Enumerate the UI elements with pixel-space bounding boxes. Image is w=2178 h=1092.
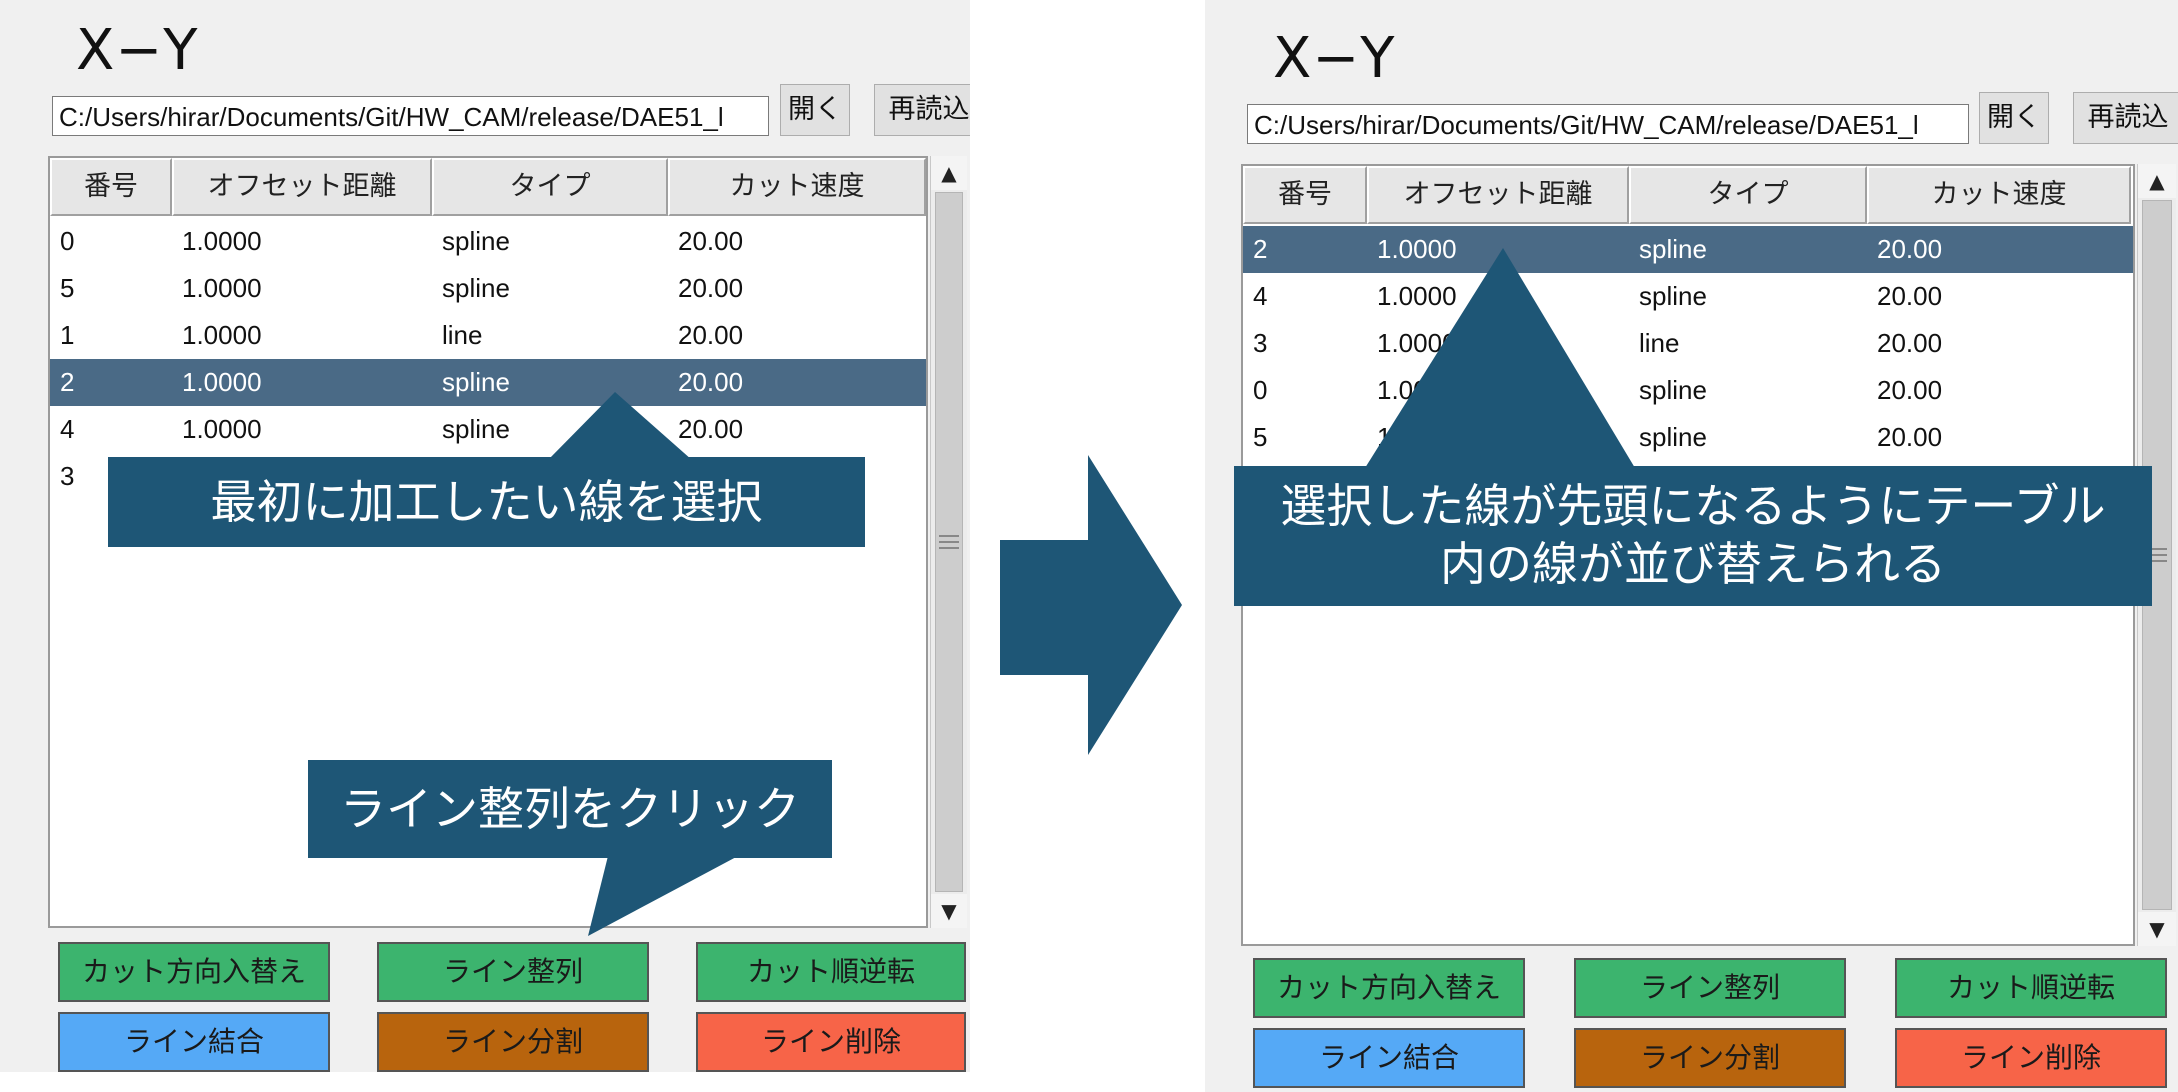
window-title: X−Y xyxy=(1273,26,1396,91)
column-header-number[interactable]: 番号 xyxy=(1243,166,1367,224)
table-row[interactable]: 1 1.0000 line 20.00 xyxy=(50,312,926,359)
callout-pointer-select xyxy=(548,392,692,460)
column-header-speed[interactable]: カット速度 xyxy=(668,158,926,216)
triangle-up-icon[interactable]: ▲ xyxy=(931,156,967,190)
cell-type: spline xyxy=(1639,234,1707,264)
callout-result-line2: 内の線が並び替えられる xyxy=(1440,537,1946,591)
cell-number: 4 xyxy=(60,414,75,444)
reverse-cut-order-button[interactable]: カット順逆転 xyxy=(696,942,966,1002)
table-header: 番号 オフセット距離 タイプ カット速度 xyxy=(50,158,926,216)
cell-type: spline xyxy=(1639,422,1707,452)
cell-speed: 20.00 xyxy=(1877,234,1943,264)
cell-number: 5 xyxy=(60,273,75,303)
table-row[interactable]: 5 1.0000 spline 20.00 xyxy=(50,265,926,312)
cell-type: line xyxy=(1639,328,1680,358)
cell-number: 4 xyxy=(1253,281,1268,311)
file-path-input[interactable]: C:/Users/hirar/Documents/Git/HW_CAM/rele… xyxy=(52,96,769,136)
cell-type: spline xyxy=(442,226,510,256)
callout-select-line: 最初に加工したい線を選択 xyxy=(108,457,865,547)
column-header-offset[interactable]: オフセット距離 xyxy=(172,158,432,216)
cell-offset: 1.0000 xyxy=(182,414,262,444)
align-lines-button[interactable]: ライン整列 xyxy=(377,942,649,1002)
open-button[interactable]: 開く xyxy=(1979,92,2049,144)
reload-button[interactable]: 再読込 xyxy=(2073,92,2178,144)
delete-line-button[interactable]: ライン削除 xyxy=(1895,1028,2167,1088)
align-lines-button[interactable]: ライン整列 xyxy=(1574,958,1846,1018)
join-lines-button[interactable]: ライン結合 xyxy=(1253,1028,1525,1088)
column-header-number[interactable]: 番号 xyxy=(50,158,172,216)
cell-type: spline xyxy=(1639,375,1707,405)
cell-speed: 20.00 xyxy=(678,367,744,397)
cell-offset: 1.0000 xyxy=(182,226,262,256)
open-button[interactable]: 開く xyxy=(780,84,850,136)
cell-number: 1 xyxy=(60,320,75,350)
swap-cut-direction-button[interactable]: カット方向入替え xyxy=(58,942,330,1002)
cell-speed: 20.00 xyxy=(678,414,744,444)
cell-offset: 1.0000 xyxy=(182,320,262,350)
callout-result-line1: 選択した線が先頭になるようにテーブル xyxy=(1280,479,2106,533)
swap-cut-direction-button[interactable]: カット方向入替え xyxy=(1253,958,1525,1018)
callout-pointer-result xyxy=(1365,248,1635,468)
table-scrollbar[interactable]: ▲ ▼ xyxy=(930,156,967,928)
cell-type: line xyxy=(442,320,483,350)
split-line-button[interactable]: ライン分割 xyxy=(1574,1028,1846,1088)
callout-result: 選択した線が先頭になるようにテーブル 内の線が並び替えられる xyxy=(1234,466,2152,606)
cell-type: spline xyxy=(442,273,510,303)
table-row[interactable]: 0 1.0000 spline 20.00 xyxy=(50,218,926,265)
grip-icon xyxy=(939,535,959,549)
reload-button[interactable]: 再読込 xyxy=(874,84,970,136)
cell-number: 5 xyxy=(1253,422,1268,452)
window-title: X−Y xyxy=(76,18,199,83)
cell-number: 0 xyxy=(1253,375,1268,405)
scrollbar-thumb[interactable] xyxy=(935,192,963,892)
cell-speed: 20.00 xyxy=(1877,328,1943,358)
column-header-type[interactable]: タイプ xyxy=(1629,166,1867,224)
cell-speed: 20.00 xyxy=(678,273,744,303)
cell-speed: 20.00 xyxy=(678,320,744,350)
cell-offset: 1.0000 xyxy=(182,273,262,303)
cell-number: 2 xyxy=(1253,234,1268,264)
file-path-input[interactable]: C:/Users/hirar/Documents/Git/HW_CAM/rele… xyxy=(1247,104,1969,144)
callout-click-align: ライン整列をクリック xyxy=(308,760,832,858)
cell-number: 2 xyxy=(60,367,75,397)
right-arrow-icon xyxy=(1000,455,1182,755)
cell-speed: 20.00 xyxy=(1877,281,1943,311)
cell-type: spline xyxy=(1639,281,1707,311)
delete-line-button[interactable]: ライン削除 xyxy=(696,1012,966,1072)
cell-number: 0 xyxy=(60,226,75,256)
cell-speed: 20.00 xyxy=(1877,375,1943,405)
cell-number: 3 xyxy=(1253,328,1268,358)
table-header: 番号 オフセット距離 タイプ カット速度 xyxy=(1243,166,2131,224)
column-header-type[interactable]: タイプ xyxy=(432,158,668,216)
split-line-button[interactable]: ライン分割 xyxy=(377,1012,649,1072)
triangle-down-icon[interactable]: ▼ xyxy=(931,894,967,928)
triangle-up-icon[interactable]: ▲ xyxy=(2138,164,2176,198)
cell-offset: 1.0000 xyxy=(182,367,262,397)
join-lines-button[interactable]: ライン結合 xyxy=(58,1012,330,1072)
column-header-offset[interactable]: オフセット距離 xyxy=(1367,166,1629,224)
cell-speed: 20.00 xyxy=(1877,422,1943,452)
table-row-selected[interactable]: 2 1.0000 spline 20.00 xyxy=(50,359,926,406)
reverse-cut-order-button[interactable]: カット順逆転 xyxy=(1895,958,2167,1018)
table-row[interactable]: 4 1.0000 spline 20.00 xyxy=(50,406,926,453)
callout-pointer-align xyxy=(588,856,738,936)
cell-speed: 20.00 xyxy=(678,226,744,256)
column-header-speed[interactable]: カット速度 xyxy=(1867,166,2131,224)
triangle-down-icon[interactable]: ▼ xyxy=(2138,912,2176,946)
